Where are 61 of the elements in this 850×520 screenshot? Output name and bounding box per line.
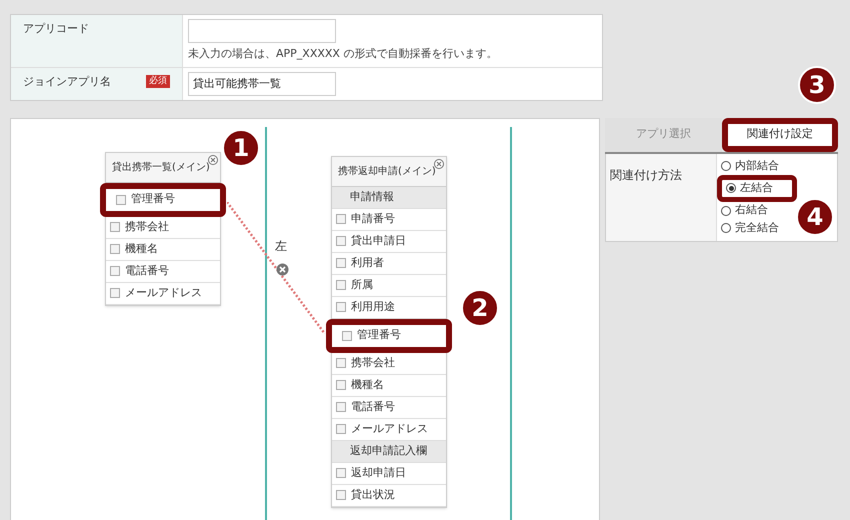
section-header: 申請情報 <box>332 186 446 208</box>
field-row[interactable]: 携帯会社 <box>106 216 220 238</box>
required-badge: 必須 <box>146 74 170 88</box>
checkbox[interactable] <box>336 490 346 500</box>
field-row[interactable]: 電話番号 <box>332 396 446 418</box>
step-number-badge: 2 <box>461 288 499 326</box>
checkbox[interactable] <box>110 288 120 298</box>
checkbox[interactable] <box>336 424 346 434</box>
checkbox[interactable] <box>336 214 346 224</box>
radio-option[interactable]: 左結合 <box>717 174 797 202</box>
field-row[interactable]: 管理番号 <box>326 318 452 352</box>
checkbox[interactable] <box>342 330 352 340</box>
field-row[interactable]: 貸出状況 <box>332 484 446 506</box>
checkbox[interactable] <box>336 302 346 312</box>
radio-button[interactable] <box>721 222 731 233</box>
radio-option[interactable]: 完全結合 <box>717 219 783 236</box>
table-title: 貸出携帯一覧(メイン) <box>112 160 210 174</box>
checkbox[interactable] <box>336 258 346 268</box>
close-icon[interactable] <box>434 158 444 168</box>
field-label: ジョインアプリ名 <box>23 74 111 90</box>
checkbox[interactable] <box>110 266 120 276</box>
hint-text: 未入力の場合は、APP_XXXXX の形式で自動採番を行います。 <box>188 46 498 62</box>
text-input[interactable]: 貸出可能携帯一覧 <box>188 72 336 96</box>
field-row[interactable]: 返却申請日 <box>332 462 446 484</box>
field-row[interactable]: 電話番号 <box>106 260 220 282</box>
field-label: アプリコード <box>23 21 89 37</box>
step-number-badge: 1 <box>222 128 260 166</box>
radio-button[interactable] <box>721 206 731 216</box>
field-row[interactable]: メールアドレス <box>332 418 446 440</box>
radio-button[interactable] <box>721 161 731 172</box>
field-row[interactable]: 所属 <box>332 274 446 296</box>
field-row[interactable]: 管理番号 <box>100 182 226 216</box>
step-number-badge: 3 <box>798 66 836 104</box>
radio-option[interactable]: 右結合 <box>717 202 772 220</box>
field-row[interactable]: 機種名 <box>332 374 446 396</box>
checkbox[interactable] <box>110 244 120 254</box>
checkbox[interactable] <box>336 402 346 412</box>
checkbox[interactable] <box>336 280 346 290</box>
checkbox[interactable] <box>336 358 346 368</box>
field-row[interactable]: 利用用途 <box>332 296 446 318</box>
table-title: 携帯返却申請(メイン) <box>338 164 436 178</box>
checkbox[interactable] <box>110 222 120 232</box>
field-row[interactable]: メールアドレス <box>106 282 220 304</box>
field-row[interactable]: 貸出申請日 <box>332 230 446 252</box>
close-icon[interactable] <box>208 154 218 164</box>
join-type-label: 左 <box>275 238 287 254</box>
remove-join-icon[interactable] <box>276 262 289 276</box>
field-label: 関連付け方法 <box>610 168 682 182</box>
field-row[interactable]: 利用者 <box>332 252 446 274</box>
field-row[interactable]: 機種名 <box>106 238 220 260</box>
checkbox[interactable] <box>116 194 126 204</box>
radio-button[interactable] <box>726 183 736 194</box>
checkbox[interactable] <box>336 236 346 246</box>
field-row[interactable]: 申請番号 <box>332 208 446 230</box>
checkbox[interactable] <box>336 468 346 478</box>
radio-option[interactable]: 内部結合 <box>717 158 783 175</box>
text-input[interactable] <box>188 19 336 43</box>
section-header: 返却申請記入欄 <box>332 440 446 462</box>
field-row[interactable]: 携帯会社 <box>332 352 446 374</box>
checkbox[interactable] <box>336 380 346 390</box>
tab[interactable]: 関連付け設定 <box>722 118 838 152</box>
